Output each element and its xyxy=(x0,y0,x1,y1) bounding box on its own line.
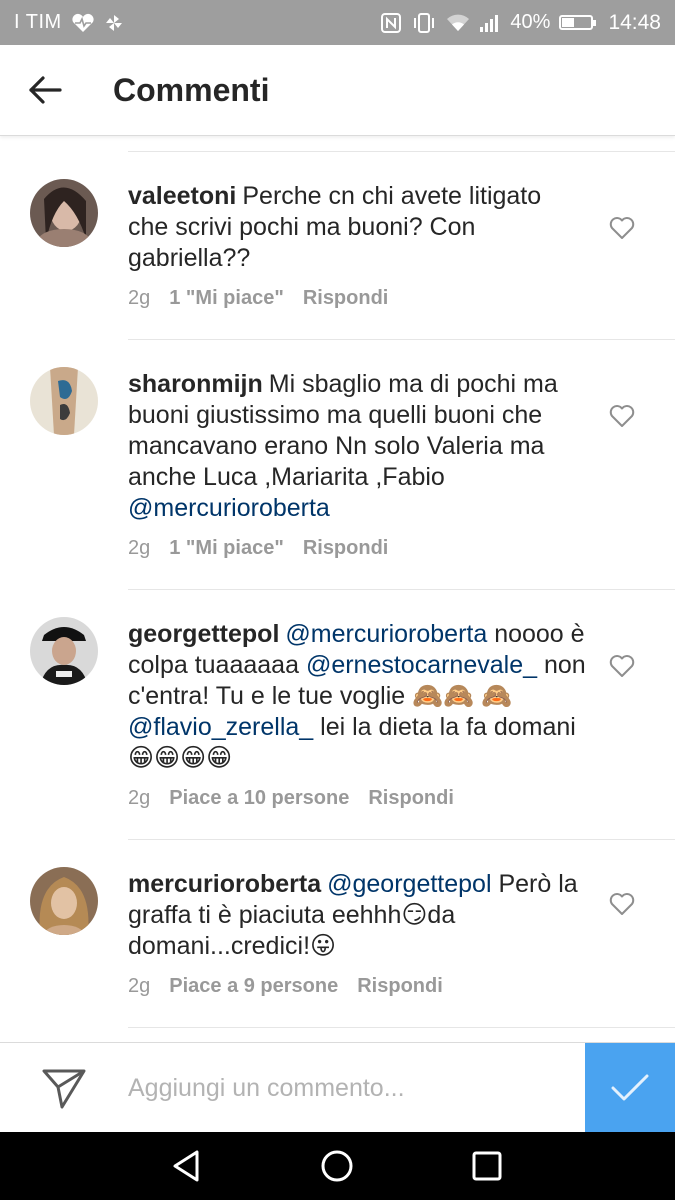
comment-input[interactable] xyxy=(128,1065,568,1111)
comment-item: georgettepol @mercurioroberta noooo è col… xyxy=(0,590,675,840)
avatar[interactable] xyxy=(30,367,98,435)
arrow-left-icon xyxy=(29,76,62,104)
comment-likes[interactable]: 1 "Mi piace" xyxy=(169,537,284,560)
home-circle-icon[interactable] xyxy=(317,1146,357,1186)
comment-item: mercurioroberta @georgettepol Però la gra… xyxy=(0,840,675,1028)
comment-text: valeetoni Perche cn chi avete litigato ch… xyxy=(128,181,588,274)
system-nav-bar xyxy=(0,1132,675,1200)
nfc-icon xyxy=(381,12,402,33)
like-heart-icon[interactable] xyxy=(609,654,635,678)
avatar[interactable] xyxy=(30,617,98,685)
mention-link[interactable]: @ernestocarnevale_ xyxy=(306,651,537,679)
like-heart-icon[interactable] xyxy=(609,404,635,428)
signal-icon xyxy=(480,14,499,32)
comment-username[interactable]: sharonmijn xyxy=(128,370,263,398)
comment-meta: 2g Piace a 10 persone Rispondi xyxy=(128,787,454,810)
divider xyxy=(128,1027,675,1028)
avatar-photo xyxy=(30,179,98,247)
status-bar-left: I TIM xyxy=(14,11,124,34)
comment-time: 2g xyxy=(128,787,151,809)
carrier-label: I TIM xyxy=(14,11,62,33)
comments-list[interactable]: valeetoni Perche cn chi avete litigato ch… xyxy=(0,136,675,1042)
status-bar: I TIM 40% 14:48 xyxy=(0,0,675,45)
comment-text: sharonmijn Mi sbaglio ma di pochi ma buon… xyxy=(128,369,588,524)
comment-meta: 2g Piace a 9 persone Rispondi xyxy=(128,975,443,998)
battery-percent: 40% xyxy=(510,11,551,33)
comment-time: 2g xyxy=(128,975,151,997)
battery-icon xyxy=(559,15,597,30)
comment-item: valeetoni Perche cn chi avete litigato ch… xyxy=(0,152,675,340)
reply-button[interactable]: Rispondi xyxy=(357,975,443,998)
comment-time: 2g xyxy=(128,537,151,559)
avatar-photo xyxy=(30,367,98,435)
heart-pulse-icon xyxy=(72,13,94,32)
pinwheel-icon xyxy=(105,14,122,31)
page-title: Commenti xyxy=(113,71,270,108)
comment-likes[interactable]: Piace a 10 persone xyxy=(169,787,349,810)
mention-link[interactable]: @mercurioroberta xyxy=(285,620,487,648)
app-header: Commenti xyxy=(0,45,675,136)
recents-square-icon[interactable] xyxy=(467,1146,507,1186)
status-bar-right: 40% 14:48 xyxy=(380,11,661,35)
reply-button[interactable]: Rispondi xyxy=(303,287,389,310)
comment-username[interactable]: georgettepol xyxy=(128,620,279,648)
comment-username[interactable]: valeetoni xyxy=(128,182,236,210)
comment-text: mercurioroberta @georgettepol Però la gra… xyxy=(128,869,588,962)
avatar-photo xyxy=(30,867,98,935)
mention-link[interactable]: @mercurioroberta xyxy=(128,494,330,522)
wifi-icon xyxy=(447,14,470,31)
reply-button[interactable]: Rispondi xyxy=(303,537,389,560)
avatar-photo xyxy=(30,617,98,685)
comment-input-bar xyxy=(0,1042,675,1133)
mention-link[interactable]: @flavio_zerella_ xyxy=(128,713,313,741)
mention-link[interactable]: @georgettepol xyxy=(327,870,491,898)
comment-username[interactable]: mercurioroberta xyxy=(128,870,321,898)
comment-likes[interactable]: Piace a 9 persone xyxy=(169,975,338,998)
comment-meta: 2g 1 "Mi piace" Rispondi xyxy=(128,537,388,560)
paper-plane-icon[interactable] xyxy=(40,1065,88,1111)
reply-button[interactable]: Rispondi xyxy=(368,787,454,810)
checkmark-icon xyxy=(611,1074,649,1101)
post-comment-button[interactable] xyxy=(585,1043,675,1133)
vibrate-icon xyxy=(414,12,435,33)
like-heart-icon[interactable] xyxy=(609,216,635,240)
avatar[interactable] xyxy=(30,867,98,935)
comment-likes[interactable]: 1 "Mi piace" xyxy=(169,287,284,310)
comment-item: sharonmijn Mi sbaglio ma di pochi ma buon… xyxy=(0,340,675,590)
comment-meta: 2g 1 "Mi piace" Rispondi xyxy=(128,287,388,310)
back-button[interactable] xyxy=(0,45,90,135)
comment-text: georgettepol @mercurioroberta noooo è col… xyxy=(128,619,588,774)
avatar[interactable] xyxy=(30,179,98,247)
back-triangle-icon[interactable] xyxy=(167,1146,207,1186)
clock: 14:48 xyxy=(608,10,661,34)
like-heart-icon[interactable] xyxy=(609,892,635,916)
comment-time: 2g xyxy=(128,287,151,309)
